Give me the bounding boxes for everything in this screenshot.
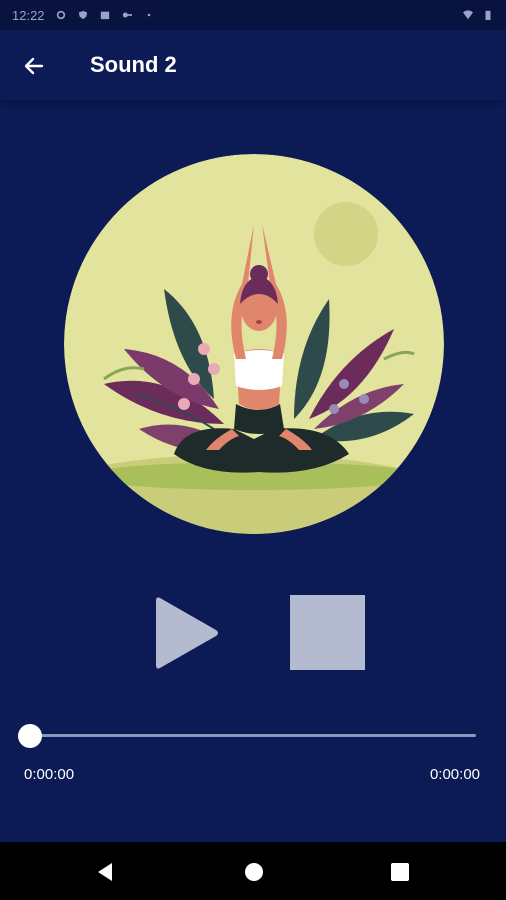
play-button[interactable] <box>154 594 220 672</box>
settings-icon <box>56 10 65 20</box>
seek-track <box>30 734 476 737</box>
status-right <box>462 10 494 20</box>
nav-back-icon[interactable] <box>92 858 120 886</box>
calendar-icon <box>100 11 109 20</box>
battery-icon <box>485 10 491 20</box>
status-bar: 12:22 <box>0 0 506 30</box>
meditation-artwork <box>64 154 444 534</box>
key-icon <box>122 12 132 18</box>
page-title: Sound 2 <box>90 52 177 77</box>
player-controls <box>0 590 506 680</box>
meditation-illustration <box>64 154 444 534</box>
shield-icon <box>78 10 87 20</box>
play-icon <box>156 597 218 669</box>
navigation-bar <box>0 842 506 900</box>
app-bar: Sound 2 <box>0 30 506 100</box>
current-time: 0:00:00 <box>24 766 75 783</box>
status-time: 12:22 <box>12 7 45 23</box>
seek-bar[interactable] <box>18 722 482 750</box>
dot-icon <box>147 13 150 17</box>
seek-thumb[interactable] <box>18 724 42 748</box>
nav-recents-icon[interactable] <box>386 858 414 886</box>
wifi-icon <box>463 10 473 20</box>
total-time: 0:00:00 <box>429 766 480 783</box>
arrow-left-icon <box>24 57 44 75</box>
status-left: 12:22 <box>12 8 155 23</box>
back-button[interactable] <box>14 48 54 84</box>
nav-home-icon[interactable] <box>240 858 268 886</box>
stop-icon <box>290 595 365 670</box>
stop-button[interactable] <box>290 595 365 670</box>
